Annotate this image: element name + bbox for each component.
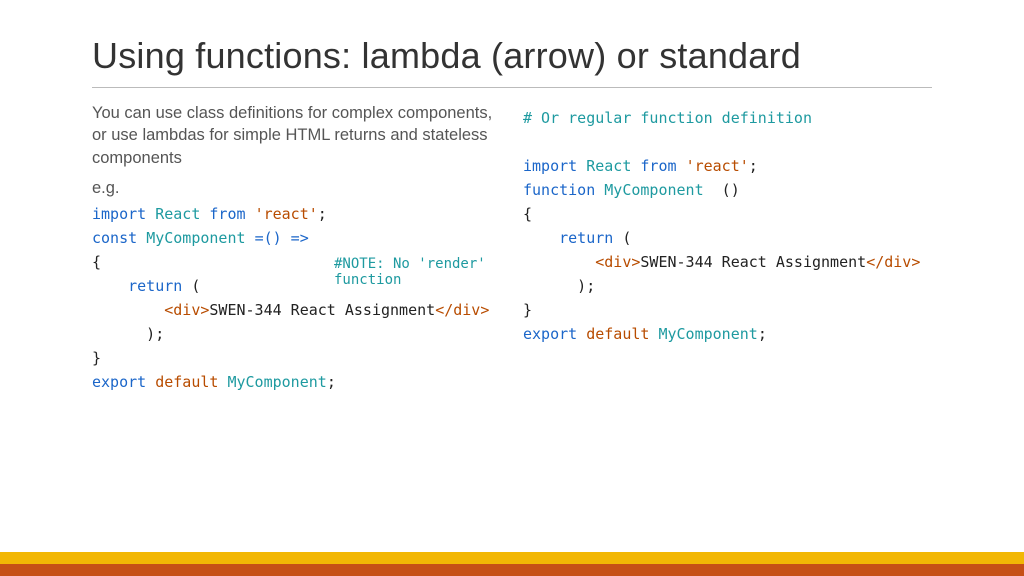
brace-open: { <box>92 253 101 271</box>
brace-open: { <box>523 205 532 223</box>
kw-export: export <box>523 325 577 343</box>
kw-from: from <box>640 157 676 175</box>
tag-close: </div> <box>866 253 920 271</box>
indent <box>523 253 595 271</box>
brace-close: } <box>92 349 101 367</box>
str-react: 'react' <box>686 157 749 175</box>
eg-label: e.g. <box>92 179 501 198</box>
tag-open: <div> <box>595 253 640 271</box>
paren-open: ( <box>182 277 200 295</box>
kw-return: return <box>128 277 182 295</box>
paren-close: ); <box>92 325 164 343</box>
right-code: # Or regular function definition import … <box>523 106 932 346</box>
brace-close: } <box>523 301 532 319</box>
indent <box>523 229 559 247</box>
columns: You can use class definitions for comple… <box>92 102 932 394</box>
footer-bars <box>0 552 1024 576</box>
accent-bar-top <box>0 552 1024 564</box>
kw-const: const <box>92 229 137 247</box>
slide: Using functions: lambda (arrow) or stand… <box>0 0 1024 576</box>
left-code: import React from 'react'; const MyCompo… <box>92 202 501 394</box>
ident-comp: MyComponent <box>658 325 757 343</box>
paren-close: ); <box>523 277 595 295</box>
str-react: 'react' <box>255 205 318 223</box>
ident-comp: MyComponent <box>146 229 245 247</box>
left-column: You can use class definitions for comple… <box>92 102 501 394</box>
paren-open: ( <box>613 229 631 247</box>
kw-default: default <box>586 325 649 343</box>
semi: ; <box>758 325 767 343</box>
arrow-op: =() => <box>255 229 309 247</box>
ident-react: React <box>155 205 200 223</box>
divider <box>92 87 932 88</box>
tag-close: </div> <box>435 301 489 319</box>
slide-title: Using functions: lambda (arrow) or stand… <box>92 34 932 77</box>
kw-export: export <box>92 373 146 391</box>
accent-bar-bottom <box>0 564 1024 576</box>
kw-return: return <box>559 229 613 247</box>
jsx-text: SWEN-344 React Assignment <box>209 301 435 319</box>
ident-react: React <box>586 157 631 175</box>
kw-import: import <box>523 157 577 175</box>
right-column: # Or regular function definition import … <box>523 102 932 394</box>
kw-function: function <box>523 181 595 199</box>
indent <box>92 301 164 319</box>
indent <box>92 277 128 295</box>
comment-line: # Or regular function definition <box>523 109 812 127</box>
kw-import: import <box>92 205 146 223</box>
tag-open: <div> <box>164 301 209 319</box>
semi: ; <box>318 205 327 223</box>
intro-text: You can use class definitions for comple… <box>92 102 501 169</box>
note-no-render: #NOTE: No 'render' function <box>334 256 501 288</box>
kw-from: from <box>209 205 245 223</box>
kw-default: default <box>155 373 218 391</box>
parens: () <box>704 181 740 199</box>
semi: ; <box>327 373 336 391</box>
semi: ; <box>749 157 758 175</box>
ident-comp: MyComponent <box>604 181 703 199</box>
ident-comp: MyComponent <box>227 373 326 391</box>
jsx-text: SWEN-344 React Assignment <box>640 253 866 271</box>
